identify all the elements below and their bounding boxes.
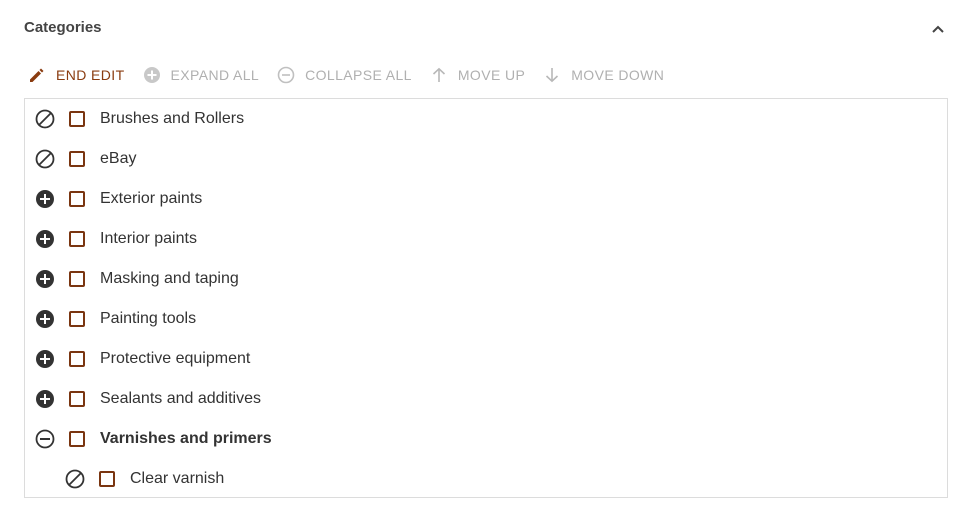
tree-row[interactable]: Painting tools [25, 299, 947, 339]
expand-plus-icon[interactable] [35, 309, 55, 329]
row-label: Clear varnish [130, 470, 225, 487]
tree-row[interactable]: Masking and taping [25, 259, 947, 299]
row-label: Sealants and additives [100, 390, 261, 407]
expand-all-label: EXPAND ALL [170, 67, 260, 83]
tree-row[interactable]: eBay [25, 139, 947, 179]
plus-circle-icon [143, 67, 160, 83]
expand-plus-icon[interactable] [35, 229, 55, 249]
row-checkbox[interactable] [69, 231, 85, 247]
arrow-up-icon [432, 67, 445, 82]
no-children-icon [35, 109, 55, 129]
move-down-button[interactable]: MOVE DOWN [543, 64, 664, 86]
row-label: Masking and taping [100, 270, 239, 287]
collapse-minus-icon[interactable] [35, 429, 55, 449]
move-up-label: MOVE UP [457, 67, 526, 83]
no-children-icon [65, 469, 85, 489]
move-down-label: MOVE DOWN [571, 67, 665, 83]
tree-row[interactable]: Exterior paints [25, 179, 947, 219]
tree-toolbar: END EDIT EXPAND ALL COLLAPSE ALL MOVE UP… [28, 64, 682, 86]
row-checkbox[interactable] [69, 271, 85, 287]
tree-row[interactable]: Clear varnish [25, 459, 947, 497]
categories-panel-header: Categories [24, 16, 948, 42]
row-label: Interior paints [100, 230, 197, 247]
panel-title: Categories [24, 19, 102, 36]
expand-plus-icon[interactable] [35, 389, 55, 409]
arrow-down-icon [546, 68, 559, 83]
category-tree: Brushes and Rollers eBay Exterior paints… [24, 98, 948, 498]
row-checkbox[interactable] [69, 151, 85, 167]
row-checkbox[interactable] [99, 471, 115, 487]
row-checkbox[interactable] [69, 311, 85, 327]
expand-plus-icon[interactable] [35, 189, 55, 209]
row-label: eBay [100, 150, 137, 167]
row-checkbox[interactable] [69, 191, 85, 207]
tree-row[interactable]: Brushes and Rollers [25, 99, 947, 139]
pencil-icon [30, 68, 44, 82]
tree-row[interactable]: Varnishes and primers [25, 419, 947, 459]
tree-row[interactable]: Interior paints [25, 219, 947, 259]
row-checkbox[interactable] [69, 431, 85, 447]
expand-all-button[interactable]: EXPAND ALL [143, 64, 260, 86]
minus-circle-icon [277, 66, 295, 84]
row-label: Varnishes and primers [100, 430, 272, 447]
end-edit-button[interactable]: END EDIT [28, 64, 125, 86]
move-up-button[interactable]: MOVE UP [430, 64, 525, 86]
row-checkbox[interactable] [69, 391, 85, 407]
expand-plus-icon[interactable] [35, 349, 55, 369]
row-checkbox[interactable] [69, 351, 85, 367]
row-label: Protective equipment [100, 350, 251, 367]
end-edit-label: END EDIT [56, 67, 125, 83]
chevron-up-icon[interactable] [928, 19, 948, 39]
row-checkbox[interactable] [69, 111, 85, 127]
row-label: Painting tools [100, 310, 197, 327]
no-children-icon [35, 149, 55, 169]
row-label: Exterior paints [100, 190, 203, 207]
collapse-all-label: COLLAPSE ALL [305, 67, 412, 83]
expand-plus-icon[interactable] [35, 269, 55, 289]
tree-row[interactable]: Protective equipment [25, 339, 947, 379]
row-label: Brushes and Rollers [100, 110, 245, 127]
tree-row[interactable]: Sealants and additives [25, 379, 947, 419]
collapse-all-button[interactable]: COLLAPSE ALL [277, 64, 412, 86]
